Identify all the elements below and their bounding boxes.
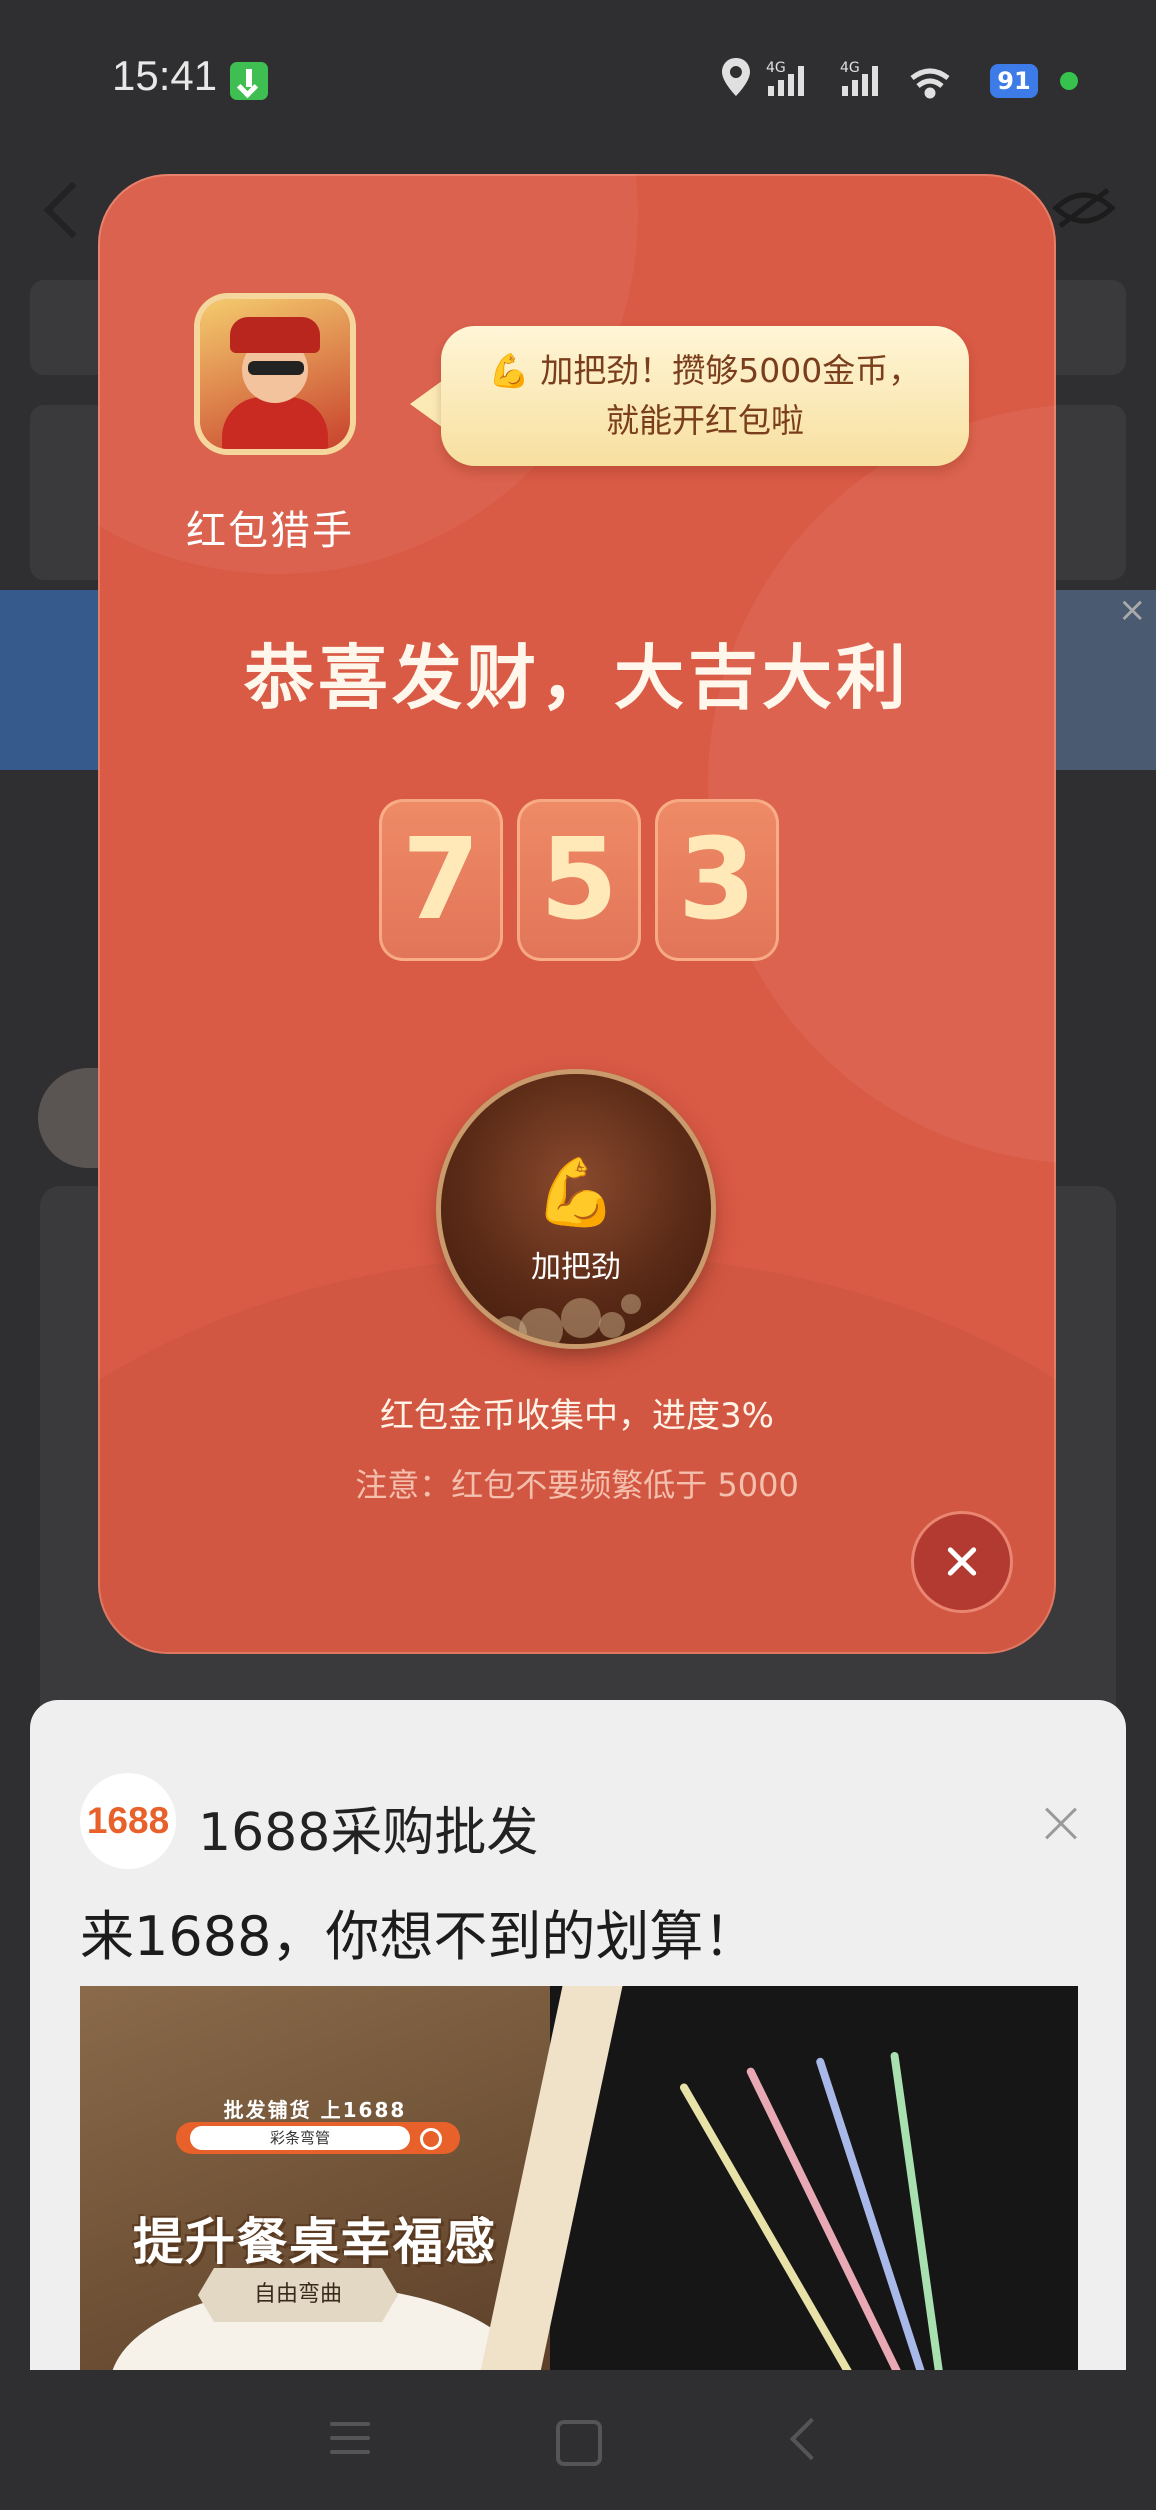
warning-note: 注意：红包不要频繁低于 5000 [355,1466,799,1504]
bubble-text-line2: 就能开红包啦 [606,401,804,440]
recent-apps-icon[interactable] [330,2422,370,2456]
network-label-1: 4G [766,60,786,76]
muscle-icon: 💪 [488,351,530,390]
bubble-text-line1: 加把劲！攒够5000金币， [540,351,922,390]
wifi-icon [910,68,950,99]
status-time: 15:41 [112,52,218,99]
counter-digit: 3 [655,799,779,961]
background-banner [0,590,100,770]
ad-image-subtitle: 批发铺货 上1688 [223,2098,407,2122]
network-label-2: 4G [840,60,860,76]
popup-title: 恭喜发财，大吉大利 [244,637,910,719]
ad-card[interactable]: 1688 1688采购批发 来1688，你想不到的划算！ 批发铺货 上1688 … [30,1700,1126,2370]
straw-image [678,2082,896,2370]
counter-digit: 5 [517,799,641,961]
battery-indicator: 91 [990,64,1038,98]
home-icon[interactable] [556,2420,602,2466]
counter-digit: 7 [379,799,503,961]
download-icon [230,62,268,100]
background-close-icon[interactable]: × [1118,590,1147,630]
privacy-indicator-dot [1060,72,1078,90]
ad-image-tag: 自由弯曲 [198,2268,398,2322]
location-icon [722,58,750,96]
ad-brand-logo: 1688 [80,1773,176,1869]
ad-close-icon[interactable] [1040,1804,1080,1844]
ad-image-search-text: 彩条弯管 [190,2126,410,2150]
coin-bubbles [491,1294,661,1344]
close-button[interactable] [914,1514,1010,1610]
boost-button-label: 加把劲 [531,1250,621,1285]
red-envelope-popup: 红包猎手 💪 加把劲！攒够5000金币， 就能开红包啦 恭喜发财，大吉大利 7 … [98,174,1056,1654]
boost-button[interactable]: 💪 加把劲 [441,1074,711,1344]
status-bar: 15:41 4G 4G 91 [0,0,1156,150]
hide-eye-icon[interactable] [1052,186,1116,230]
progress-text: 红包金币收集中，进度3% [380,1396,774,1436]
search-icon [420,2128,442,2150]
ad-headline: 来1688，你想不到的划算！ [80,1905,758,1968]
back-icon[interactable] [43,181,101,239]
ad-brand-name: 1688采购批发 [198,1803,539,1863]
app-logo-icon [200,299,350,449]
app-name: 红包猎手 [186,508,354,554]
ad-image-big-text: 提升餐桌幸福感 [133,2213,497,2271]
coin-counter: 7 5 3 [379,799,779,961]
system-nav-bar [0,2370,1156,2510]
ad-image[interactable]: 批发铺货 上1688 彩条弯管 提升餐桌幸福感 自由弯曲 [80,1986,1078,2370]
nav-back-icon[interactable] [789,2417,833,2461]
speech-bubble: 💪 加把劲！攒够5000金币， 就能开红包啦 [441,326,969,466]
muscle-icon: 💪 [534,1154,618,1231]
